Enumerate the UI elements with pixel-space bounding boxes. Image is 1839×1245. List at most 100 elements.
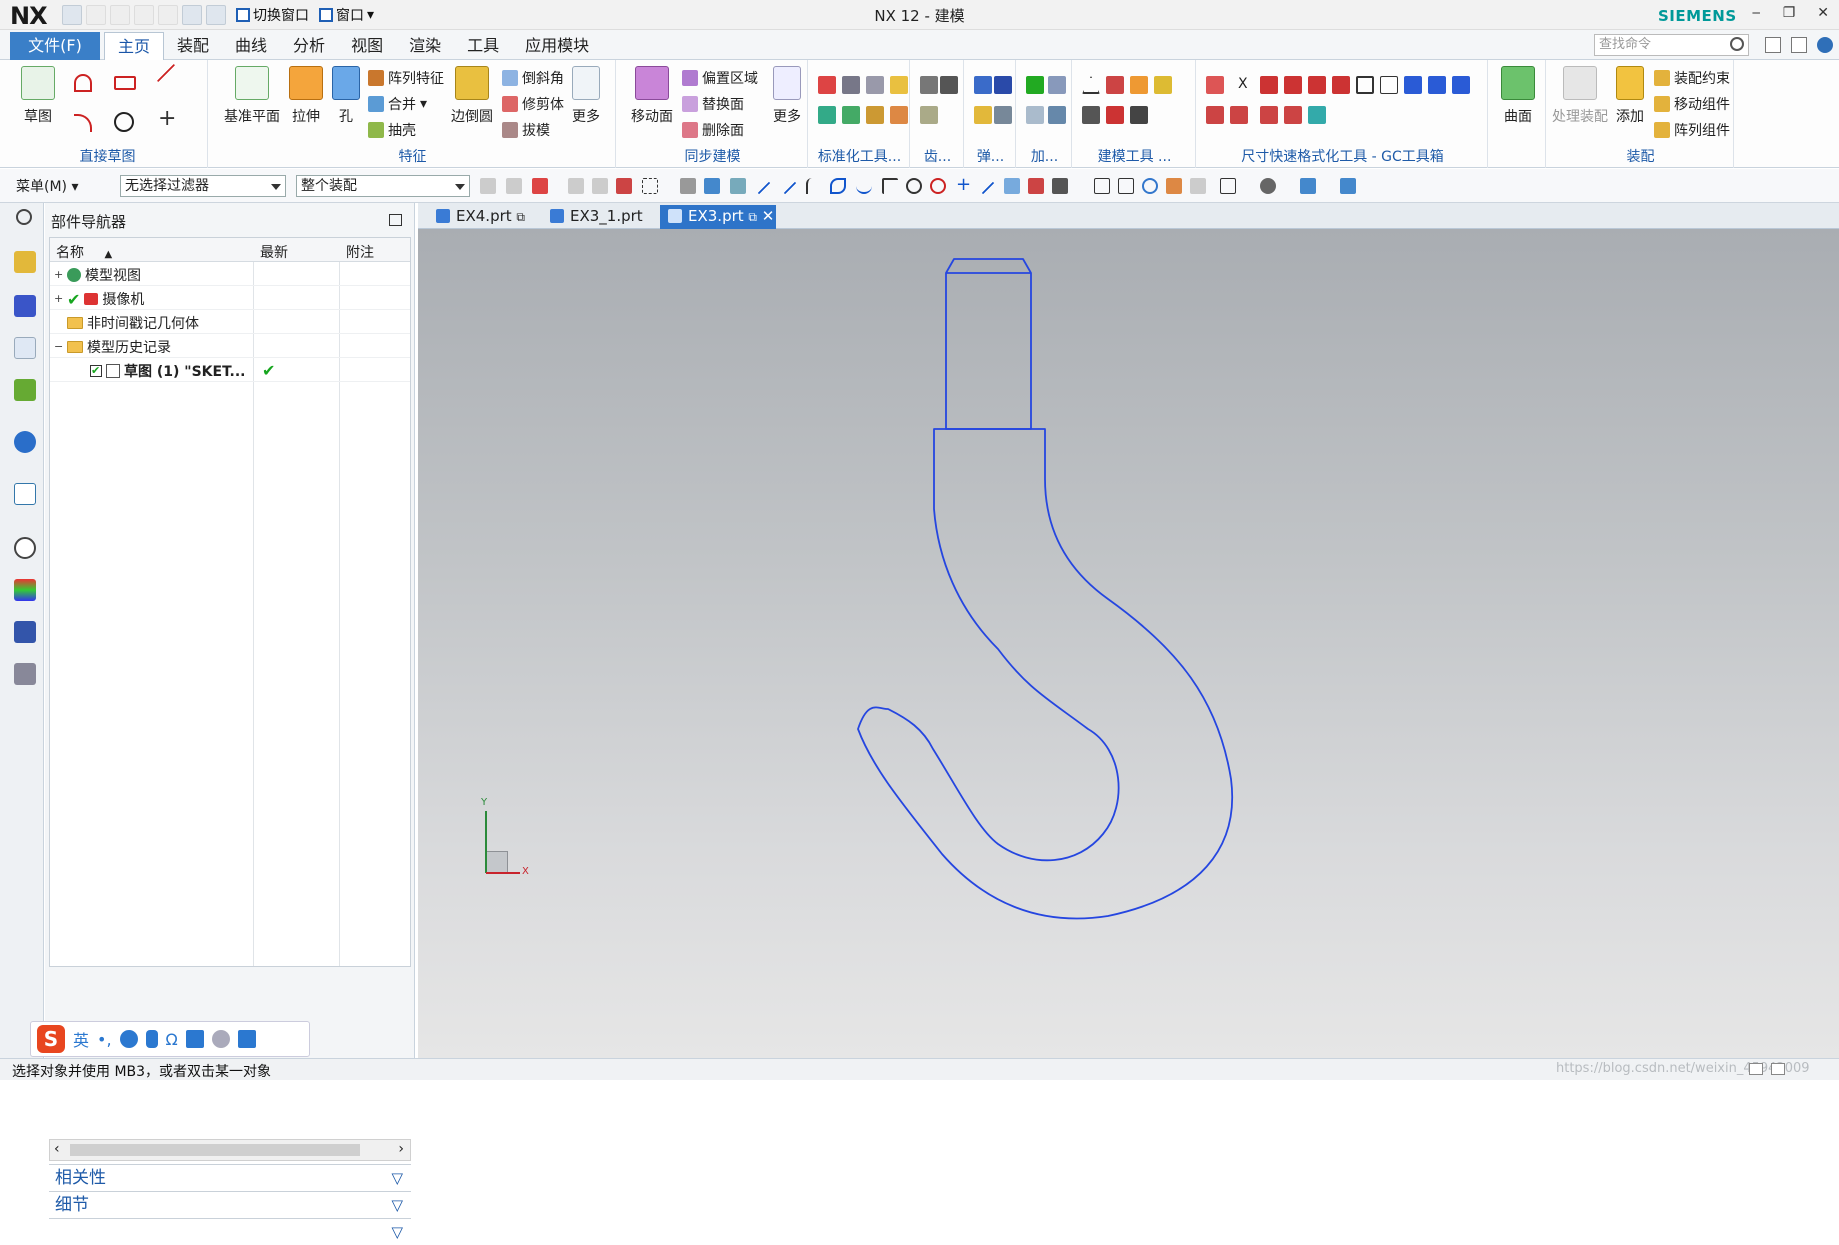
pattern-feature-button[interactable]: 阵列特征: [368, 68, 444, 88]
dim-tool-icon-4[interactable]: [1284, 76, 1302, 94]
settings-icon[interactable]: [16, 209, 32, 225]
maximize-icon[interactable]: [389, 214, 402, 226]
std-tool-icon-6[interactable]: [842, 106, 860, 124]
spring-icon-3[interactable]: [974, 106, 992, 124]
column-latest[interactable]: 最新: [260, 242, 288, 262]
tree-row-sketch[interactable]: ✔ 草图 (1) "SKET... ✔: [50, 358, 410, 382]
snap-curve-icon[interactable]: [806, 178, 822, 194]
dim-tool-icon-16[interactable]: [1308, 106, 1326, 124]
hole-button[interactable]: 孔: [326, 66, 366, 126]
dim-x-button[interactable]: X: [1238, 76, 1248, 92]
spring-icon[interactable]: [974, 76, 992, 94]
studio-spline-icon[interactable]: [74, 114, 92, 132]
snap-icon-22[interactable]: [1052, 178, 1068, 194]
switch-window-button[interactable]: 切换窗口: [236, 5, 309, 25]
view-icon-5[interactable]: [1190, 178, 1206, 194]
sogou-logo-icon[interactable]: S: [37, 1025, 65, 1053]
pattern-component-button[interactable]: 阵列组件: [1654, 120, 1730, 140]
tab-tools[interactable]: 工具: [454, 32, 512, 60]
menu-button[interactable]: 菜单(M) ▾: [16, 176, 79, 196]
std-tool-icon-3[interactable]: [866, 76, 884, 94]
dim-tool-icon-15[interactable]: [1284, 106, 1302, 124]
sketch-button[interactable]: 草图: [14, 66, 62, 126]
tab-curve[interactable]: 曲线: [222, 32, 280, 60]
expand-icon[interactable]: +: [54, 293, 63, 304]
type-filter-select[interactable]: 无选择过滤器: [120, 175, 286, 197]
modeling-tool-icon-2[interactable]: [1106, 76, 1124, 94]
snap-icon-5[interactable]: [592, 178, 608, 194]
tab-view[interactable]: 视图: [338, 32, 396, 60]
datum-plane-button[interactable]: 基准平面: [220, 66, 284, 126]
gear-icon-2[interactable]: [940, 76, 958, 94]
arc-icon[interactable]: [74, 74, 92, 92]
layout-icon[interactable]: [182, 5, 202, 25]
point-icon[interactable]: +: [158, 108, 176, 130]
apps-grid-icon[interactable]: [237, 1030, 256, 1048]
modeling-tool-icon-3[interactable]: [1130, 76, 1148, 94]
snap-center-icon[interactable]: [906, 178, 922, 194]
view-icon-2[interactable]: [1118, 178, 1134, 194]
modeling-tool-icon-5[interactable]: [1082, 106, 1100, 124]
graphics-window[interactable]: Y X: [418, 229, 1839, 1058]
user-icon[interactable]: [211, 1030, 230, 1048]
dim-tool-icon-3[interactable]: [1260, 76, 1278, 94]
std-tool-icon-7[interactable]: [866, 106, 884, 124]
replace-face-button[interactable]: 替换面: [682, 94, 744, 114]
restore-icon[interactable]: ❐: [1783, 5, 1796, 21]
tab-home[interactable]: 主页: [104, 32, 165, 60]
status-icon-2[interactable]: [1771, 1063, 1785, 1075]
tab-ex3-1-prt[interactable]: EX3_1.prt: [542, 205, 658, 229]
scroll-right-icon[interactable]: ›: [398, 1141, 404, 1157]
special-chars-icon[interactable]: Ω: [166, 1030, 178, 1049]
std-tool-icon-8[interactable]: [890, 106, 908, 124]
selection-scope-select[interactable]: 整个装配: [296, 175, 470, 197]
std-tool-icon-1[interactable]: [818, 76, 836, 94]
microphone-icon[interactable]: [145, 1030, 158, 1048]
tab-ex3-prt[interactable]: EX3.prt ⧉ ✕: [660, 205, 776, 229]
tree-row-model-views[interactable]: + 模型视图: [50, 262, 410, 286]
constraint-navigator-icon[interactable]: [14, 295, 36, 317]
system-materials-icon[interactable]: [14, 579, 36, 601]
preview-section[interactable]: ▽: [49, 1218, 411, 1244]
column-notes[interactable]: 附注: [346, 242, 374, 262]
tree-row-model-history[interactable]: − 模型历史记录: [50, 334, 410, 358]
snap-tangent-icon[interactable]: [981, 181, 995, 195]
save-icon[interactable]: [62, 5, 82, 25]
dim-tool-icon-11[interactable]: [1452, 76, 1470, 94]
tab-analysis[interactable]: 分析: [280, 32, 338, 60]
delete-face-button[interactable]: 删除面: [682, 120, 744, 140]
move-face-button[interactable]: 移动面: [624, 66, 680, 126]
snap-spline-icon[interactable]: [830, 178, 846, 194]
snap-perp-icon[interactable]: [882, 178, 898, 194]
process-studio-icon[interactable]: [14, 621, 36, 643]
dim-tool-icon-8[interactable]: [1380, 76, 1398, 94]
offset-region-button[interactable]: 偏置区域: [682, 68, 758, 88]
punctuation-icon[interactable]: •,: [97, 1030, 112, 1049]
minimize-icon[interactable]: ‒: [1752, 5, 1761, 21]
dim-tool-icon-13[interactable]: [1230, 106, 1248, 124]
repeat-command-icon[interactable]: [206, 5, 226, 25]
dim-tool-icon-14[interactable]: [1260, 106, 1278, 124]
snap-icon-10[interactable]: [730, 178, 746, 194]
rectangle-icon[interactable]: [114, 76, 136, 90]
details-section[interactable]: 细节 ▽: [49, 1191, 411, 1217]
std-tool-icon-5[interactable]: [818, 106, 836, 124]
draft-button[interactable]: 拔模: [502, 120, 550, 140]
snap-line-icon[interactable]: [757, 181, 771, 195]
dim-tool-icon-12[interactable]: [1206, 106, 1224, 124]
hook-sketch-canvas[interactable]: [418, 229, 1839, 1058]
add-tool-icon-2[interactable]: [1048, 76, 1066, 94]
assembly-constraint-button[interactable]: 装配约束: [1654, 68, 1730, 88]
rotate-icon[interactable]: [1142, 178, 1158, 194]
orient-view-icon[interactable]: [1300, 178, 1316, 194]
snap-wave-icon[interactable]: [856, 178, 872, 194]
search-icon[interactable]: [1730, 37, 1744, 51]
window-layout-icon[interactable]: [1765, 37, 1781, 53]
paste-icon[interactable]: [158, 5, 178, 25]
cut-icon[interactable]: [110, 5, 130, 25]
snap-quadrant-icon[interactable]: [930, 178, 946, 194]
shell-button[interactable]: 抽壳: [368, 120, 416, 140]
render-style-icon[interactable]: [1260, 178, 1276, 194]
dim-tool-icon-6[interactable]: [1332, 76, 1350, 94]
trim-body-button[interactable]: 修剪体: [502, 94, 564, 114]
